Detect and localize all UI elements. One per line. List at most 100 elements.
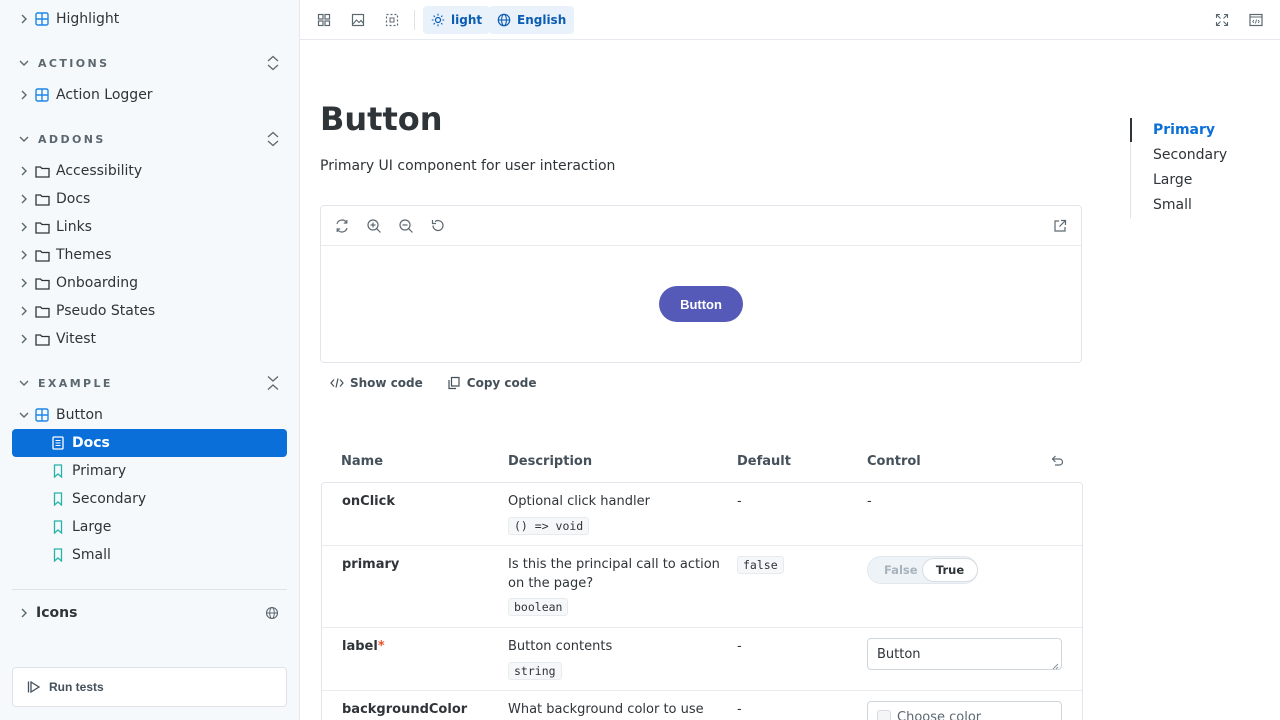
section-example[interactable]: EXAMPLE xyxy=(12,369,287,397)
toggle-option-false[interactable]: False xyxy=(884,563,918,577)
language-switcher-button[interactable]: English xyxy=(489,6,575,34)
chevron-right-icon xyxy=(18,13,30,25)
run-tests-label: Run tests xyxy=(49,680,104,694)
table-of-contents: Primary Secondary Large Small xyxy=(1130,118,1260,218)
toc-item-secondary[interactable]: Secondary xyxy=(1153,147,1227,163)
chevron-right-icon xyxy=(18,333,30,345)
folder-icon xyxy=(34,247,50,263)
component-icon xyxy=(34,407,50,423)
arg-name: primary xyxy=(342,557,400,572)
sidebar-item-accessibility[interactable]: Accessibility xyxy=(12,157,287,185)
remount-icon[interactable] xyxy=(334,218,350,234)
outline-icon[interactable] xyxy=(378,6,406,34)
bookmark-icon xyxy=(50,491,66,507)
copy-code-button[interactable]: Copy code xyxy=(447,376,537,390)
chevron-right-icon xyxy=(18,249,30,261)
arg-type: () => void xyxy=(508,517,590,535)
reset-controls-icon[interactable] xyxy=(1050,454,1066,470)
theme-label: light xyxy=(451,13,483,27)
sidebar-item-button-docs[interactable]: Docs xyxy=(12,429,287,457)
section-actions[interactable]: ACTIONS xyxy=(12,49,287,77)
zoom-in-icon[interactable] xyxy=(366,218,382,234)
toolbar-separator xyxy=(414,10,415,30)
table-row: backgroundColor What background color to… xyxy=(322,691,1082,720)
grid-icon[interactable] xyxy=(310,6,338,34)
zoom-reset-icon[interactable] xyxy=(430,218,446,234)
sidebar-item-button-secondary[interactable]: Secondary xyxy=(12,485,287,513)
theme-switcher-button[interactable]: light xyxy=(423,6,491,34)
sidebar-item-button-primary[interactable]: Primary xyxy=(12,457,287,485)
sidebar-item-highlight[interactable]: Highlight xyxy=(12,5,287,33)
document-icon xyxy=(50,435,66,451)
sidebar-item-action-logger[interactable]: Action Logger xyxy=(12,81,287,109)
color-picker-input[interactable]: Choose color xyxy=(867,701,1062,720)
column-header-control: Control xyxy=(867,454,921,469)
sidebar-item-label: Vitest xyxy=(56,331,97,347)
sidebar-item-label: Docs xyxy=(72,435,110,451)
arg-type: boolean xyxy=(508,598,569,616)
label-text-input[interactable]: Button xyxy=(867,638,1062,670)
sidebar-item-label: Accessibility xyxy=(56,163,143,179)
color-swatch[interactable] xyxy=(877,710,891,720)
open-external-icon[interactable] xyxy=(1052,218,1068,234)
sidebar-item-button[interactable]: Button xyxy=(12,401,287,429)
chevron-down-icon xyxy=(18,133,30,145)
sidebar-divider xyxy=(12,589,287,590)
boolean-toggle[interactable]: False True xyxy=(867,556,978,584)
component-icon xyxy=(34,87,50,103)
sidebar-item-label: Small xyxy=(72,547,111,563)
sidebar-item-label: Large xyxy=(72,519,112,535)
sidebar-item-icons[interactable]: Icons xyxy=(12,599,287,627)
chevron-right-icon xyxy=(18,193,30,205)
top-toolbar: light English xyxy=(300,0,1280,40)
folder-icon xyxy=(34,303,50,319)
table-row: label* Button contents string - Button xyxy=(322,628,1082,691)
toc-item-primary[interactable]: Primary xyxy=(1153,122,1215,138)
fullscreen-icon[interactable] xyxy=(1208,6,1236,34)
copy-icon xyxy=(447,376,461,390)
section-addons[interactable]: ADDONS xyxy=(12,125,287,153)
sidebar-item-onboarding[interactable]: Onboarding xyxy=(12,269,287,297)
arg-control: - xyxy=(867,494,872,509)
sidebar-item-button-small[interactable]: Small xyxy=(12,541,287,569)
component-icon xyxy=(34,11,50,27)
zoom-out-icon[interactable] xyxy=(398,218,414,234)
sidebar-item-label: Links xyxy=(56,219,92,235)
arg-name-wrapper: label* xyxy=(342,639,385,654)
image-icon[interactable] xyxy=(344,6,372,34)
expand-all-icon[interactable] xyxy=(265,375,281,391)
color-placeholder: Choose color xyxy=(897,709,982,720)
arg-description: Optional click handler xyxy=(508,494,650,509)
chevron-right-icon xyxy=(18,221,30,233)
arg-default: - xyxy=(737,702,742,717)
resize-handle-icon[interactable] xyxy=(1051,659,1059,670)
label-input-value: Button xyxy=(877,646,921,662)
bookmark-icon xyxy=(50,519,66,535)
open-in-new-window-icon[interactable] xyxy=(1242,6,1270,34)
show-code-button[interactable]: Show code xyxy=(330,376,423,390)
toc-item-large[interactable]: Large xyxy=(1153,172,1192,188)
globe-icon[interactable] xyxy=(265,606,279,620)
demo-button[interactable]: Button xyxy=(659,286,743,322)
code-actions: Show code Copy code xyxy=(320,370,551,396)
play-icon xyxy=(27,680,41,694)
sidebar-item-button-large[interactable]: Large xyxy=(12,513,287,541)
sidebar-item-pseudo-states[interactable]: Pseudo States xyxy=(12,297,287,325)
collapse-all-icon[interactable] xyxy=(265,131,281,147)
preview-toolbar xyxy=(321,206,1081,246)
arg-default: - xyxy=(737,494,742,509)
run-tests-button[interactable]: Run tests xyxy=(12,667,287,707)
toggle-option-true[interactable]: True xyxy=(922,558,978,582)
sidebar-item-label: Docs xyxy=(56,191,91,207)
sidebar-item-vitest[interactable]: Vitest xyxy=(12,325,287,353)
sidebar-item-themes[interactable]: Themes xyxy=(12,241,287,269)
show-code-label: Show code xyxy=(350,376,423,390)
sidebar-item-links[interactable]: Links xyxy=(12,213,287,241)
toc-item-small[interactable]: Small xyxy=(1153,197,1192,213)
page-description: Primary UI component for user interactio… xyxy=(320,158,616,174)
sidebar-item-docs[interactable]: Docs xyxy=(12,185,287,213)
chevron-right-icon xyxy=(18,89,30,101)
collapse-all-icon[interactable] xyxy=(265,55,281,71)
code-icon xyxy=(330,376,344,390)
sidebar-item-label: Themes xyxy=(56,247,112,263)
